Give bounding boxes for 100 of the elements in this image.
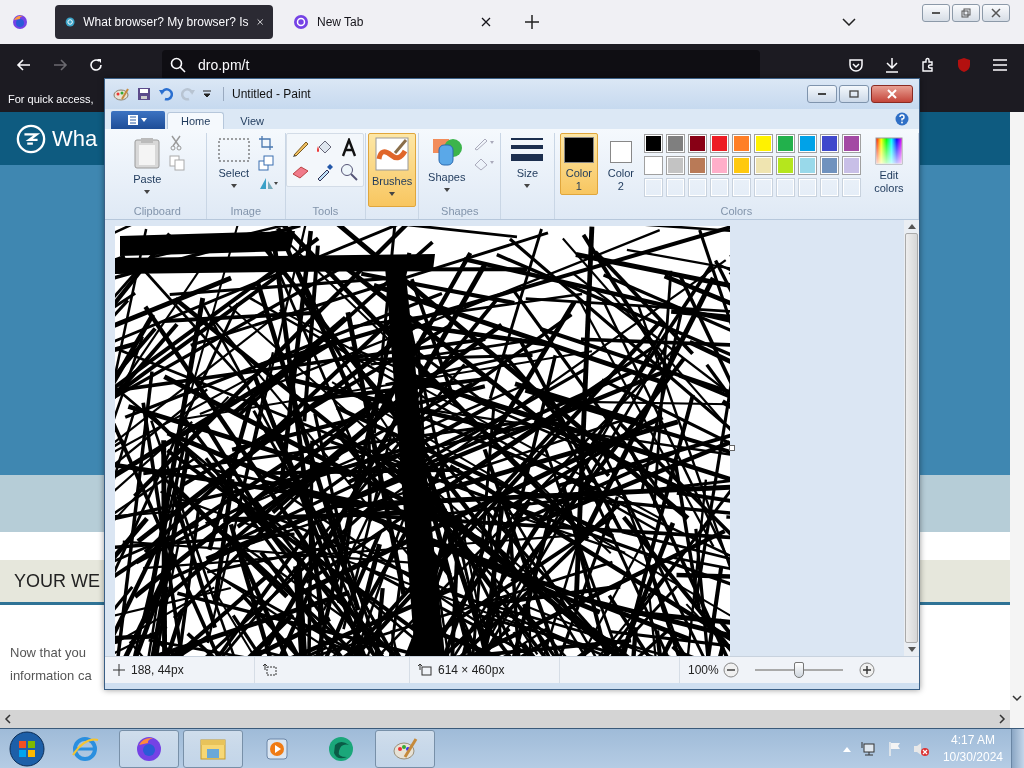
help-icon[interactable] bbox=[895, 111, 909, 126]
palette-color[interactable] bbox=[731, 155, 751, 175]
horizontal-scrollbar[interactable] bbox=[0, 710, 1010, 728]
dropdown-icon[interactable] bbox=[203, 89, 211, 98]
empty-color-slot[interactable] bbox=[731, 177, 751, 197]
palette-color[interactable] bbox=[797, 155, 817, 175]
magnifier-icon[interactable] bbox=[339, 161, 360, 182]
taskbar-button[interactable] bbox=[119, 729, 179, 768]
restore-icon bbox=[961, 8, 971, 18]
start-button[interactable] bbox=[9, 730, 45, 767]
zoom-level: 100% bbox=[688, 663, 719, 678]
ribbon-tab[interactable]: View bbox=[226, 111, 278, 129]
empty-color-slot[interactable] bbox=[709, 177, 729, 197]
show-desktop-button[interactable] bbox=[1011, 729, 1024, 768]
edit-colors-button[interactable]: Edit colors bbox=[864, 132, 913, 197]
palette-color[interactable] bbox=[709, 133, 729, 153]
speaker-muted-icon[interactable] bbox=[912, 740, 929, 757]
palette-color[interactable] bbox=[775, 155, 795, 175]
scissors-icon[interactable] bbox=[169, 134, 184, 151]
zoom-in-icon[interactable] bbox=[858, 662, 875, 679]
taskbar-button[interactable] bbox=[375, 729, 435, 768]
empty-color-slot[interactable] bbox=[797, 177, 817, 197]
scroll-right-icon[interactable] bbox=[998, 714, 1006, 724]
palette-color[interactable] bbox=[797, 133, 817, 153]
zoom-out-icon[interactable] bbox=[722, 662, 739, 679]
color-select-button[interactable]: Color 2 bbox=[601, 132, 640, 195]
plus-icon[interactable] bbox=[525, 15, 539, 29]
palette-color[interactable] bbox=[643, 155, 663, 175]
crop-icon[interactable] bbox=[257, 134, 274, 151]
empty-color-slot[interactable] bbox=[643, 177, 663, 197]
minimize-button[interactable] bbox=[807, 84, 837, 103]
scroll-left-icon[interactable] bbox=[4, 714, 12, 724]
menu-icon[interactable] bbox=[992, 58, 1008, 72]
download-icon[interactable] bbox=[884, 57, 900, 73]
paste-button[interactable]: Paste bbox=[129, 132, 166, 196]
save-icon[interactable] bbox=[137, 86, 151, 101]
file-menu-button[interactable] bbox=[111, 110, 165, 129]
palette-color[interactable] bbox=[643, 133, 663, 153]
taskbar-button[interactable] bbox=[183, 729, 243, 768]
empty-color-slot[interactable] bbox=[775, 177, 795, 197]
scribble-drawing[interactable] bbox=[115, 226, 730, 657]
shield-icon[interactable] bbox=[956, 57, 972, 73]
palette-color[interactable] bbox=[841, 133, 861, 153]
close-button[interactable] bbox=[982, 4, 1010, 22]
maximize-button[interactable] bbox=[839, 84, 869, 103]
close-icon[interactable] bbox=[256, 17, 263, 27]
close-icon bbox=[887, 88, 897, 99]
vertical-scrollbar[interactable] bbox=[904, 220, 919, 657]
network-icon[interactable] bbox=[860, 740, 877, 757]
empty-color-slot[interactable] bbox=[665, 177, 685, 197]
address-field[interactable]: dro.pm/t bbox=[162, 50, 760, 80]
forward-icon[interactable] bbox=[52, 57, 68, 73]
palette-color[interactable] bbox=[665, 155, 685, 175]
shapes-button[interactable]: Shapes bbox=[424, 132, 470, 194]
slider-handle[interactable] bbox=[793, 662, 804, 679]
scroll-down-icon[interactable] bbox=[1012, 694, 1022, 702]
caret-icon bbox=[389, 191, 396, 196]
firefox-icon[interactable] bbox=[12, 14, 28, 30]
palette-color[interactable] bbox=[753, 133, 773, 153]
puzzle-icon[interactable] bbox=[920, 57, 936, 73]
empty-color-slot[interactable] bbox=[841, 177, 861, 197]
palette-color[interactable] bbox=[687, 133, 707, 153]
empty-color-slot[interactable] bbox=[819, 177, 839, 197]
color-select-button[interactable]: Color 1 bbox=[559, 132, 598, 195]
browser-tab[interactable]: New Tab bbox=[283, 5, 501, 39]
minimize-button[interactable] bbox=[922, 4, 950, 22]
palette-color[interactable] bbox=[819, 155, 839, 175]
scroll-down-icon[interactable] bbox=[907, 647, 916, 653]
canvas-size-icon bbox=[418, 664, 432, 677]
back-icon[interactable] bbox=[16, 57, 32, 73]
palette-color[interactable] bbox=[687, 155, 707, 175]
palette-color[interactable] bbox=[775, 133, 795, 153]
palette-color[interactable] bbox=[819, 133, 839, 153]
palette-color[interactable] bbox=[753, 155, 773, 175]
empty-color-slot[interactable] bbox=[753, 177, 773, 197]
close-button[interactable] bbox=[871, 84, 913, 103]
reload-icon[interactable] bbox=[88, 57, 104, 73]
palette-color[interactable] bbox=[731, 133, 751, 153]
ribbon-tab[interactable]: Home bbox=[167, 111, 225, 129]
palette-color[interactable] bbox=[709, 155, 729, 175]
select-button[interactable]: Select bbox=[213, 132, 254, 190]
empty-color-slot[interactable] bbox=[687, 177, 707, 197]
pocket-icon[interactable] bbox=[848, 57, 864, 73]
chevron-down-icon[interactable] bbox=[842, 18, 856, 26]
undo-icon[interactable] bbox=[159, 86, 173, 101]
size-button[interactable]: Size bbox=[507, 132, 548, 190]
color-picker-icon[interactable] bbox=[315, 161, 336, 182]
close-icon[interactable] bbox=[481, 17, 491, 27]
window-title: Untitled - Paint bbox=[223, 86, 311, 101]
palette-color[interactable] bbox=[841, 155, 861, 175]
scroll-up-icon[interactable] bbox=[907, 224, 916, 230]
restore-button[interactable] bbox=[952, 4, 980, 22]
brushes-button[interactable]: Brushes bbox=[367, 132, 417, 207]
clipboard-icon bbox=[133, 136, 162, 169]
palette-color[interactable] bbox=[665, 133, 685, 153]
vertical-scrollbar[interactable] bbox=[1010, 112, 1024, 728]
resize-icon[interactable] bbox=[257, 154, 274, 171]
firefox-icon bbox=[135, 734, 163, 763]
resize-handle[interactable] bbox=[729, 445, 735, 452]
browser-tab[interactable]: What browser? My browser? Is bbox=[55, 5, 273, 39]
